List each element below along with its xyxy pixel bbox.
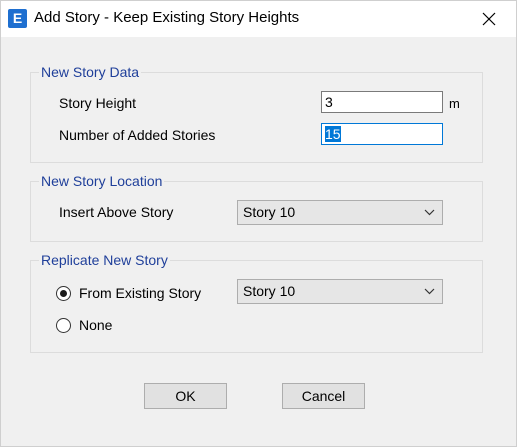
title-bar: E Add Story - Keep Existing Story Height… <box>1 1 516 37</box>
close-icon <box>482 12 496 26</box>
close-button[interactable] <box>466 1 512 35</box>
radio-selected-dot <box>60 290 67 297</box>
insert-above-label: Insert Above Story <box>59 204 174 220</box>
added-stories-input[interactable]: 15 <box>321 123 443 145</box>
none-radio[interactable] <box>56 318 71 333</box>
insert-above-dropdown[interactable]: Story 10 <box>237 200 443 225</box>
replicate-new-story-title: Replicate New Story <box>39 251 170 269</box>
from-existing-label[interactable]: From Existing Story <box>79 284 201 302</box>
new-story-data-title: New Story Data <box>39 63 142 81</box>
chevron-down-icon <box>424 209 435 216</box>
story-height-label: Story Height <box>59 95 137 111</box>
story-height-unit: m <box>449 96 460 111</box>
story-height-input[interactable]: 3 <box>321 91 443 113</box>
from-existing-value: Story 10 <box>243 283 296 299</box>
new-story-data-group: New Story Data <box>30 63 483 163</box>
chevron-down-icon <box>424 288 435 295</box>
from-existing-radio[interactable] <box>56 286 71 301</box>
none-label[interactable]: None <box>79 316 112 334</box>
cancel-button[interactable]: Cancel <box>282 383 365 409</box>
from-existing-dropdown[interactable]: Story 10 <box>237 279 443 304</box>
replicate-new-story-group: Replicate New Story <box>30 251 483 353</box>
insert-above-value: Story 10 <box>243 204 296 220</box>
new-story-location-title: New Story Location <box>39 172 165 190</box>
added-stories-value: 15 <box>325 126 341 142</box>
ok-button[interactable]: OK <box>144 383 227 409</box>
etabs-app-icon: E <box>8 9 27 28</box>
dialog-title: Add Story - Keep Existing Story Heights <box>34 9 300 26</box>
add-story-dialog: E Add Story - Keep Existing Story Height… <box>0 0 517 447</box>
added-stories-label: Number of Added Stories <box>59 127 216 143</box>
